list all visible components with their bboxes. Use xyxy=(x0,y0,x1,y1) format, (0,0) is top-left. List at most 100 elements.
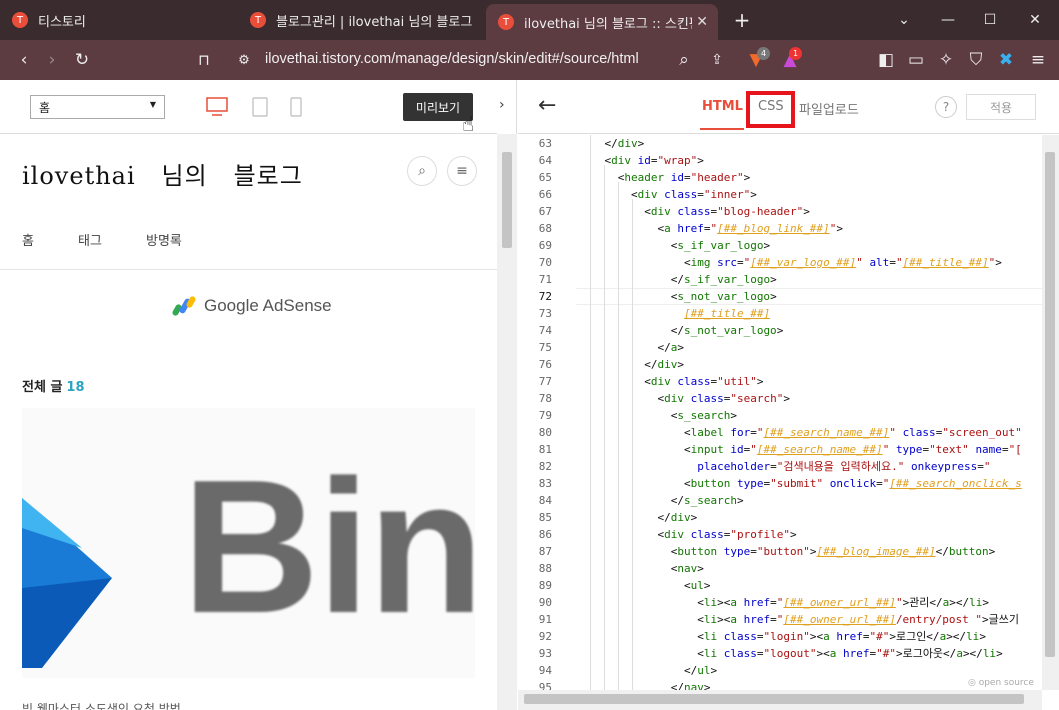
blog-title[interactable]: ilovethai 님의 블로그 xyxy=(22,156,303,191)
code-line: 76 </div> xyxy=(538,358,684,371)
code-line: 79 <s_search> xyxy=(538,409,737,422)
code-line: 64 <div id="wrap"> xyxy=(538,154,704,167)
zoom-search-icon[interactable]: ⌕ xyxy=(672,48,696,72)
reload-icon[interactable]: ↻ xyxy=(70,48,94,72)
tab-skin-edit[interactable]: T ilovethai 님의 블로그 :: 스킨편 ✕ xyxy=(486,4,718,40)
leo-ai-icon[interactable]: ✧ xyxy=(934,48,958,72)
total-label: 전체 글 xyxy=(22,380,63,395)
code-line: 68 <a href="[##_blog_link_##]"> xyxy=(538,222,843,235)
code-line: 94 </ul> xyxy=(538,664,718,677)
code-line: 71 </s_if_var_logo> xyxy=(538,273,777,286)
vpn-icon[interactable]: ⛉ xyxy=(964,48,988,72)
tab-bar: T 티스토리 T 블로그관리 | ilovethai 님의 블로그 T ilov… xyxy=(0,0,1059,40)
code-editor[interactable]: 63 </div> 64 <div id="wrap"> 65 <header … xyxy=(518,135,1042,690)
preview-pane: 홈 ▼ 미리보기 ☝ › ilovethai 님의 블로그 ⌕ ≡ 홈 태그 방… xyxy=(0,80,517,710)
bing-logo-icon xyxy=(22,498,112,668)
rewards-badge: 1 xyxy=(789,47,802,60)
tistory-icon: T xyxy=(12,12,28,28)
tablet-view-icon[interactable] xyxy=(252,97,268,117)
code-line: 73 [##_title_##] xyxy=(538,307,771,320)
code-line: 82 placeholder="검색내용을 입력하세요." onkeypress… xyxy=(538,460,991,473)
code-line: 87 <button type="button">[##_blog_image_… xyxy=(538,545,996,558)
back-icon[interactable]: ‹ xyxy=(12,48,36,72)
page-select-value: 홈 xyxy=(39,101,51,115)
apply-button[interactable]: 적용 xyxy=(966,94,1036,120)
collapse-pane-icon[interactable]: › xyxy=(499,97,505,113)
mobile-view-icon[interactable] xyxy=(290,97,302,117)
code-line: 70 <img src="[##_var_logo_##]" alt="[##_… xyxy=(538,256,1002,269)
code-line: 69 <s_if_var_logo> xyxy=(538,239,771,252)
bing-wordmark: Bing xyxy=(182,441,475,653)
code-line: 93 <li class="logout"><a href="#">로그아웃</… xyxy=(538,647,1003,660)
total-count: 18 xyxy=(66,380,85,395)
tab-blog-manage[interactable]: T 블로그관리 | ilovethai 님의 블로그 xyxy=(250,0,478,40)
page-select[interactable]: 홈 ▼ xyxy=(30,95,165,119)
code-line: 74 </s_not_var_logo> xyxy=(538,324,784,337)
code-line: 78 <div class="search"> xyxy=(538,392,790,405)
code-line: 63 </div> xyxy=(538,137,645,150)
wallet-icon[interactable]: ▭ xyxy=(904,48,928,72)
code-line: 81 <input id="[##_search_name_##]" type=… xyxy=(538,443,1022,456)
css-tab-highlight-box xyxy=(746,91,795,128)
editor-vertical-scrollbar-thumb[interactable] xyxy=(1045,152,1055,657)
forward-icon[interactable]: › xyxy=(40,48,64,72)
code-line: 85 </div> xyxy=(538,511,698,524)
chevron-down-icon: ▼ xyxy=(149,100,156,109)
close-tab-icon[interactable]: ✕ xyxy=(696,14,708,30)
tab-html[interactable]: HTML xyxy=(702,99,743,114)
code-line: 91 <li><a href="[##_owner_url_##]/entry/… xyxy=(538,613,1020,626)
help-icon[interactable]: ? xyxy=(935,96,957,118)
code-line: 80 <label for="[##_search_name_##]" clas… xyxy=(538,426,1022,439)
nav-guestbook[interactable]: 방명록 xyxy=(146,230,182,249)
search-icon[interactable]: ⌕ xyxy=(407,156,437,186)
extension-icon[interactable]: ✖ xyxy=(994,48,1018,72)
back-arrow-icon[interactable]: ← xyxy=(538,93,556,118)
sidebar-icon[interactable]: ◧ xyxy=(874,48,898,72)
desktop-view-icon[interactable] xyxy=(206,97,228,117)
menu-icon[interactable]: ≡ xyxy=(1026,48,1050,72)
nav-tag[interactable]: 태그 xyxy=(78,230,102,249)
adsense-label: Google AdSense xyxy=(204,296,332,315)
open-source-link[interactable]: ◎ open source xyxy=(968,678,1034,688)
share-icon[interactable]: ⇪ xyxy=(705,48,729,72)
bookmark-icon[interactable]: ⊓ xyxy=(192,48,216,72)
tab-tistory[interactable]: T 티스토리 xyxy=(12,0,232,40)
code-line: 72 <s_not_var_logo> xyxy=(538,290,777,303)
code-line: 67 <div class="blog-header"> xyxy=(538,205,810,218)
minimize-icon[interactable]: — xyxy=(928,0,968,40)
hand-cursor-icon: ☝ xyxy=(462,112,475,136)
tab-label: ilovethai 님의 블로그 :: 스킨편 xyxy=(524,16,692,32)
close-window-icon[interactable]: ✕ xyxy=(1015,0,1055,40)
browser-toolbar: ‹ › ↻ ⊓ ⚙ ilovethai.tistory.com/manage/d… xyxy=(0,40,1059,80)
post-thumbnail[interactable]: Bing xyxy=(22,408,475,678)
tab-search-icon[interactable]: ⌄ xyxy=(884,0,924,40)
code-line: 92 <li class="login"><a href="#">로그인</a>… xyxy=(538,630,986,643)
post-title[interactable]: 빙 웹마스터 소도색인 요청 방법 xyxy=(22,700,181,710)
tab-label: 티스토리 xyxy=(38,14,86,30)
code-line: 95 </nav> xyxy=(538,681,711,690)
preview-scrollbar-thumb[interactable] xyxy=(502,152,512,248)
tistory-icon: T xyxy=(498,14,514,30)
adsense-banner: Google AdSense xyxy=(172,296,332,316)
site-settings-icon[interactable]: ⚙ xyxy=(232,48,256,72)
maximize-icon[interactable]: ☐ xyxy=(970,0,1010,40)
code-line: 84 </s_search> xyxy=(538,494,744,507)
code-line: 75 </a> xyxy=(538,341,684,354)
new-tab-icon[interactable]: + xyxy=(732,8,752,32)
adsense-logo-icon xyxy=(172,296,196,316)
editor-horizontal-scrollbar-thumb[interactable] xyxy=(524,694,1024,704)
editor-toolbar: ← HTML CSS 파일업로드 ? 적용 xyxy=(518,80,1059,134)
active-tab-indicator xyxy=(700,128,744,130)
code-line: 89 <ul> xyxy=(538,579,711,592)
nav-home[interactable]: 홈 xyxy=(22,230,34,249)
address-bar[interactable]: ilovethai.tistory.com/manage/design/skin… xyxy=(265,51,639,67)
code-line: 65 <header id="header"> xyxy=(538,171,751,184)
hamburger-menu-icon[interactable]: ≡ xyxy=(447,156,477,186)
code-line: 86 <div class="profile"> xyxy=(538,528,797,541)
editor-pane: ← HTML CSS 파일업로드 ? 적용 63 </div> 64 <div … xyxy=(518,80,1059,710)
tistory-icon: T xyxy=(250,12,266,28)
tab-file-upload[interactable]: 파일업로드 xyxy=(799,99,859,118)
code-line: 83 <button type="submit" onclick="[##_se… xyxy=(538,477,1022,490)
code-line: 90 <li><a href="[##_owner_url_##]">관리</a… xyxy=(538,596,990,609)
code-line: 77 <div class="util"> xyxy=(538,375,764,388)
